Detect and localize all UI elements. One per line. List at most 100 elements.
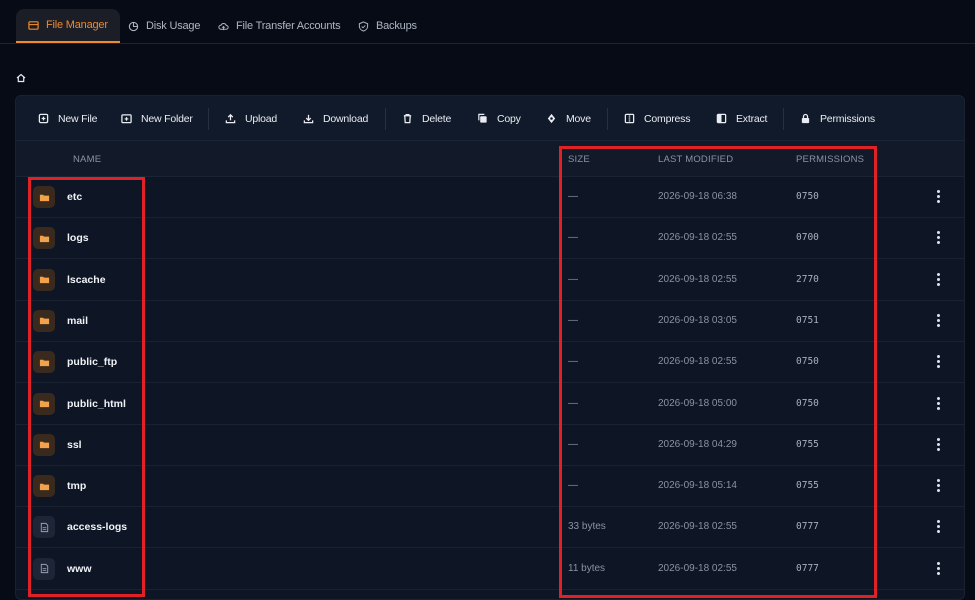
delete-button[interactable]: Delete [402, 96, 451, 141]
table-row[interactable]: public_html — 2026-09-18 05:00 0750 [16, 384, 964, 425]
table-row[interactable]: lscache — 2026-09-18 02:55 2770 [16, 260, 964, 301]
copy-icon [478, 113, 487, 123]
file-permissions: 0700 [796, 232, 819, 244]
folder-icon [39, 235, 49, 242]
file-name[interactable]: mail [67, 315, 88, 327]
button-label: Compress [644, 112, 691, 125]
new-folder-button[interactable]: New Folder [121, 96, 193, 141]
folder-badge [33, 351, 55, 374]
more-options-icon[interactable] [936, 561, 940, 575]
column-header-name[interactable]: NAME [73, 154, 101, 165]
tab-disk-usage[interactable]: Disk Usage [128, 9, 200, 43]
file-permissions: 0755 [796, 438, 819, 450]
download-icon [303, 114, 314, 124]
file-name[interactable]: public_ftp [67, 356, 117, 368]
table-row[interactable]: www 11 bytes 2026-09-18 02:55 0777 [16, 549, 964, 590]
column-header-last-modified[interactable]: LAST MODIFIED [658, 154, 733, 165]
button-label: New Folder [141, 112, 193, 125]
more-options-icon[interactable] [936, 355, 940, 369]
file-name[interactable]: etc [67, 191, 82, 203]
table-row[interactable]: ssl — 2026-09-18 04:29 0755 [16, 425, 964, 466]
button-label: Upload [245, 112, 278, 125]
button-label: Extract [736, 112, 768, 125]
file-name[interactable]: logs [67, 232, 89, 244]
permissions-button[interactable]: Permissions [800, 96, 875, 141]
upload-button[interactable]: Upload [225, 96, 277, 141]
column-header-size[interactable]: SIZE [568, 154, 590, 165]
more-options-icon[interactable] [936, 272, 940, 286]
folder-badge [33, 392, 55, 415]
file-name[interactable]: www [67, 563, 92, 575]
file-name[interactable]: lscache [67, 274, 106, 286]
folder-icon [39, 276, 49, 284]
copy-button[interactable]: Copy [477, 96, 521, 141]
table-row[interactable]: public_ftp — 2026-09-18 02:55 0750 [16, 342, 964, 384]
table-row[interactable]: access-logs 33 bytes 2026-09-18 02:55 0777 [16, 507, 964, 549]
table-row[interactable]: logs — 2026-09-18 02:55 0700 [16, 218, 964, 260]
tab-file-manager[interactable]: File Manager [16, 9, 120, 43]
tab-label: Disk Usage [146, 20, 201, 32]
button-label: Download [323, 112, 369, 125]
file-last-modified: 2026-09-18 02:55 [658, 273, 737, 285]
breadcrumb[interactable] [16, 70, 26, 83]
file-permissions: 0750 [796, 356, 819, 368]
folder-badge [33, 309, 55, 332]
toolbar: New File New Folder Upload Download Dele… [16, 96, 964, 141]
folder-icon [39, 318, 49, 325]
file-name[interactable]: public_html [67, 398, 126, 410]
file-permissions: 0750 [796, 191, 819, 202]
folder-icon [28, 20, 39, 30]
table-row[interactable]: mail — 2026-09-18 03:05 0751 [16, 301, 964, 342]
file-permissions: 0777 [796, 521, 819, 533]
compress-button[interactable]: Compress [624, 96, 690, 141]
folder-badge [33, 433, 55, 456]
move-button[interactable]: Move [546, 96, 591, 141]
button-label: Delete [422, 112, 452, 125]
file-last-modified: 2026-09-18 06:38 [658, 191, 737, 202]
tab-backups[interactable]: Backups [358, 9, 417, 43]
folder-badge [33, 186, 55, 208]
file-size: — [568, 438, 578, 450]
more-options-icon[interactable] [936, 231, 940, 245]
column-header-permissions[interactable]: PERMISSIONS [796, 154, 864, 165]
tab-label: File Transfer Accounts [236, 20, 341, 32]
more-options-icon[interactable] [936, 313, 940, 327]
folder-badge [33, 268, 55, 291]
file-last-modified: 2026-09-18 05:00 [658, 397, 737, 409]
file-last-modified: 2026-09-18 04:29 [658, 438, 737, 450]
file-size: — [568, 356, 578, 368]
more-options-icon[interactable] [936, 520, 940, 534]
cloud-icon [218, 22, 229, 30]
toolbar-divider [783, 108, 784, 130]
file-badge [33, 557, 55, 580]
tab-file-transfer-accounts[interactable]: File Transfer Accounts [218, 9, 341, 43]
extract-button[interactable]: Extract [716, 96, 767, 141]
download-button[interactable]: Download [303, 96, 368, 141]
more-options-icon[interactable] [936, 437, 940, 451]
folder-badge [33, 475, 55, 498]
file-last-modified: 2026-09-18 02:55 [658, 356, 737, 368]
table-row[interactable]: tmp — 2026-09-18 05:14 0755 [16, 466, 964, 508]
move-icon [547, 113, 556, 124]
more-options-icon[interactable] [936, 190, 940, 203]
new-file-button[interactable]: New File [38, 96, 97, 141]
file-size: 33 bytes [568, 521, 606, 533]
table-row[interactable]: etc — 2026-09-18 06:38 0750 [16, 177, 964, 218]
file-size: — [568, 232, 578, 244]
trash-icon [403, 114, 412, 124]
file-name[interactable]: ssl [67, 439, 82, 451]
file-permissions: 0777 [796, 562, 819, 574]
more-options-icon[interactable] [936, 479, 940, 493]
file-permissions: 0755 [796, 480, 819, 492]
file-size: — [568, 273, 578, 285]
file-name[interactable]: access-logs [67, 521, 127, 533]
new-folder-icon [121, 114, 132, 124]
file-last-modified: 2026-09-18 03:05 [658, 314, 737, 326]
folder-icon [39, 359, 49, 366]
shield-icon [358, 20, 369, 32]
new-file-icon [38, 113, 49, 124]
file-name[interactable]: tmp [67, 480, 86, 492]
table-header: NAME SIZE LAST MODIFIED PERMISSIONS [16, 141, 964, 177]
more-options-icon[interactable] [936, 396, 940, 410]
file-icon [40, 522, 48, 532]
